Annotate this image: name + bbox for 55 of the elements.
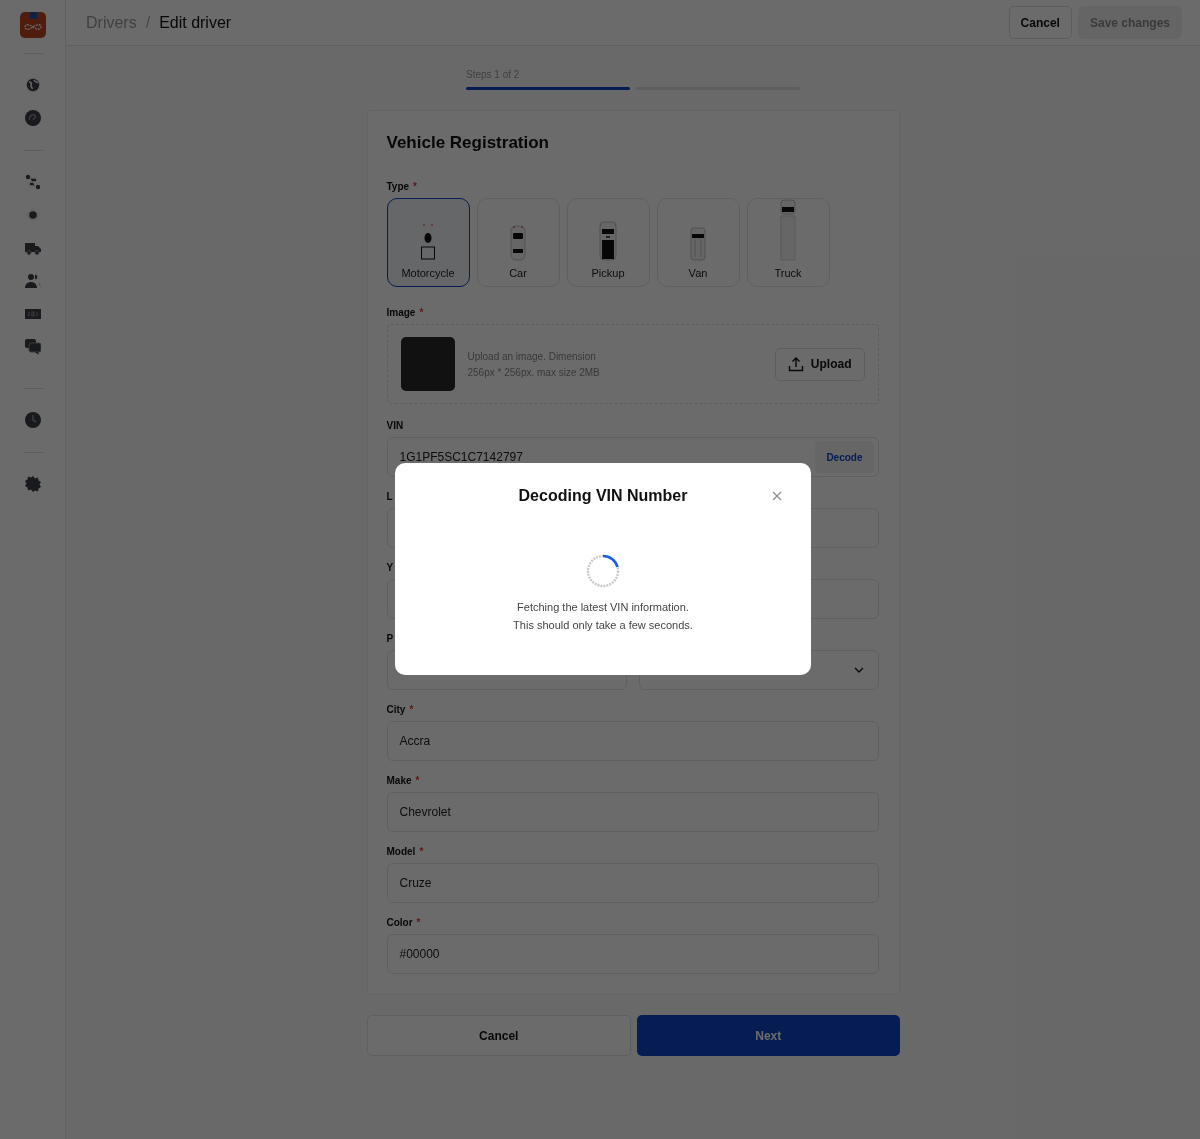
required-mark: *	[415, 775, 420, 787]
field-label: Color	[386, 917, 413, 929]
field-value: 1G1PF5SC1C7142797	[399, 450, 523, 464]
chat-icon[interactable]	[24, 339, 41, 355]
vehicle-type-option[interactable]: Car	[476, 198, 560, 287]
field-label: Model	[386, 846, 416, 858]
vehicle-type-option[interactable]: Motorcycle	[386, 198, 470, 287]
photo-placeholder	[400, 337, 455, 391]
field-label: Make	[386, 775, 412, 787]
vehicle-type-option[interactable]: Pickup	[566, 198, 650, 287]
car-icon	[510, 225, 526, 261]
required-mark: *	[409, 704, 414, 716]
field-label: P	[386, 633, 394, 645]
van-icon	[690, 227, 706, 261]
field-label: L	[386, 491, 393, 503]
field-label: Image	[386, 307, 416, 319]
cancel-button[interactable]: Cancel	[366, 1015, 631, 1056]
breadcrumb-item: Edit driver	[159, 13, 232, 32]
modal-message: This should only take a few seconds.	[513, 619, 693, 631]
required-mark: *	[416, 917, 421, 929]
route-icon[interactable]	[24, 174, 41, 190]
users-icon[interactable]	[24, 273, 41, 289]
vehicle-type-option[interactable]: Truck	[746, 198, 830, 287]
required-mark: *	[413, 181, 417, 193]
field-label: City	[386, 704, 406, 716]
field-label: VIN	[386, 420, 404, 432]
decode-button[interactable]: Decode	[815, 441, 874, 473]
required-mark: *	[419, 307, 424, 319]
truck-icon[interactable]	[24, 240, 41, 256]
required-mark: *	[419, 846, 424, 858]
modal-title: Decoding VIN Number	[518, 487, 688, 505]
input-field[interactable]: #00000	[386, 934, 879, 974]
form-title: Vehicle Registration	[386, 133, 550, 153]
upload-button[interactable]: Upload	[774, 347, 865, 381]
field-label: Y	[386, 562, 394, 574]
breadcrumb-separator: /	[145, 13, 151, 32]
pickup-icon	[599, 221, 617, 261]
settings-icon[interactable]	[24, 476, 41, 492]
field-label: Type	[386, 181, 410, 193]
input-field[interactable]: Accra	[386, 721, 879, 761]
chevron-down-icon	[853, 667, 864, 673]
upload-icon	[787, 356, 804, 372]
app-logo[interactable]	[19, 12, 46, 38]
cancel-button[interactable]: Cancel	[1008, 6, 1072, 39]
vehicle-type-option[interactable]: Van	[656, 198, 740, 287]
close-icon[interactable]	[772, 491, 782, 501]
loading-spinner	[586, 554, 620, 588]
truck-icon	[779, 199, 797, 261]
input-field[interactable]: Chevrolet	[386, 792, 879, 832]
banknote-icon[interactable]	[24, 306, 41, 322]
gauge-icon[interactable]	[24, 110, 41, 126]
input-field[interactable]: Cruze	[386, 863, 879, 903]
clock-icon[interactable]	[24, 412, 41, 428]
next-button[interactable]: Next	[637, 1015, 900, 1056]
modal-message: Fetching the latest VIN information.	[517, 601, 689, 613]
